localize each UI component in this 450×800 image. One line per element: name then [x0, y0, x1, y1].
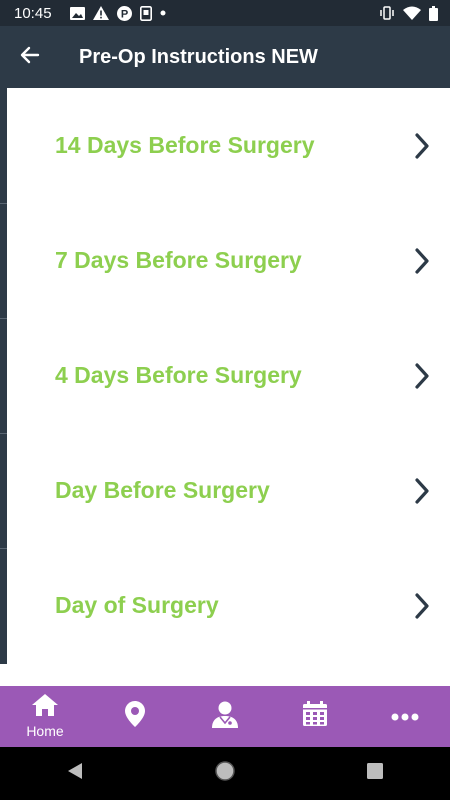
list-item-label: Day Before Surgery — [55, 477, 270, 503]
chevron-right-icon — [414, 247, 430, 275]
system-home-button[interactable] — [195, 747, 255, 800]
arrow-left-icon — [20, 45, 40, 70]
status-time: 10:45 — [14, 4, 52, 22]
nav-home-label: Home — [26, 723, 64, 739]
nav-more[interactable] — [370, 686, 440, 747]
system-nav — [0, 747, 450, 800]
home-icon — [32, 694, 58, 721]
chevron-right-icon — [414, 132, 430, 160]
instructions-list: 14 Days Before Surgery 7 Days Before Sur… — [7, 88, 450, 664]
chevron-right-icon — [414, 362, 430, 390]
doctor-icon — [211, 700, 239, 733]
list-item-label: 7 Days Before Surgery — [55, 247, 302, 273]
warning-icon — [92, 6, 109, 20]
wifi-icon — [403, 6, 421, 20]
system-back-button[interactable] — [45, 747, 105, 800]
rail-divider — [0, 433, 7, 434]
rail-divider — [0, 203, 7, 204]
nav-doctors[interactable] — [190, 686, 260, 747]
list-item-4-days[interactable]: 4 Days Before Surgery — [7, 318, 450, 433]
p-badge-icon: P — [116, 5, 132, 21]
dot-icon — [160, 10, 166, 16]
system-recents-button[interactable] — [345, 747, 405, 800]
more-icon — [391, 708, 419, 726]
nav-calendar[interactable] — [280, 686, 350, 747]
back-button[interactable] — [0, 26, 60, 88]
app-bar: Pre-Op Instructions NEW — [0, 26, 450, 88]
list-item-day-of[interactable]: Day of Surgery — [7, 548, 450, 663]
location-icon — [125, 701, 145, 732]
back-triangle-icon — [67, 762, 83, 785]
status-bar: 10:45 P — [0, 0, 450, 26]
chevron-right-icon — [414, 592, 430, 620]
list-item-label: 4 Days Before Surgery — [55, 362, 302, 388]
rail-divider — [0, 318, 7, 319]
image-icon — [69, 6, 85, 20]
calendar-icon — [302, 701, 328, 732]
bottom-nav: Home — [0, 686, 450, 747]
chevron-right-icon — [414, 477, 430, 505]
sim-icon — [139, 5, 152, 21]
list-item-day-before[interactable]: Day Before Surgery — [7, 433, 450, 548]
list-item-7-days[interactable]: 7 Days Before Surgery — [7, 203, 450, 318]
nav-location[interactable] — [100, 686, 170, 747]
rail-divider — [0, 548, 7, 549]
status-right-icons — [371, 0, 438, 26]
list-item-label: 14 Days Before Surgery — [55, 132, 315, 158]
nav-home[interactable]: Home — [10, 686, 80, 747]
left-rail — [0, 88, 7, 664]
vibrate-icon — [379, 6, 395, 20]
home-circle-icon — [214, 760, 236, 787]
battery-icon — [429, 5, 438, 21]
status-left-icons: P — [62, 5, 166, 21]
page-title: Pre-Op Instructions NEW — [79, 45, 318, 68]
svg-text:P: P — [120, 8, 127, 20]
recents-square-icon — [367, 763, 383, 784]
list-item-label: Day of Surgery — [55, 592, 219, 618]
list-item-14-days[interactable]: 14 Days Before Surgery — [7, 88, 450, 203]
